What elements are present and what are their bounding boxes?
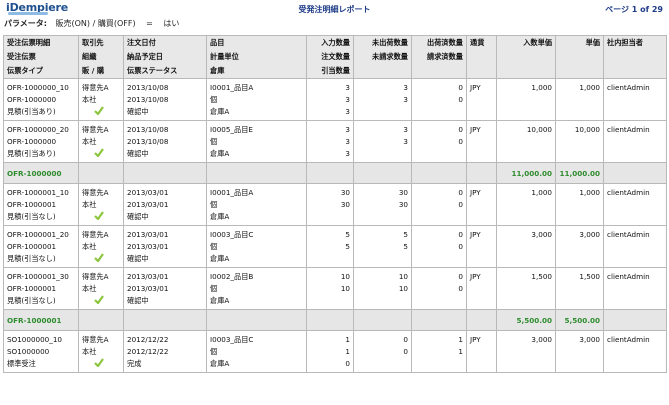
col-header-dates: 注文日付 納品予定日 伝票ステータス: [123, 35, 207, 79]
col-header-line: 受注伝票明細 受注伝票 伝票タイプ: [3, 35, 79, 79]
parameter-label: パラメータ:: [4, 19, 47, 28]
subtotal-label: OFR-1000000: [3, 162, 79, 184]
checkmark-icon: [94, 106, 104, 115]
col-header-price: 単価: [555, 35, 604, 79]
subtotal-amount: 5,500.00: [496, 309, 556, 331]
subtotal-row: OFR-1000001 5,500.00 5,500.00: [3, 309, 667, 331]
col-header-currency: 通貨: [466, 35, 497, 79]
page-indicator: ページ 1 of 29: [605, 5, 663, 14]
table-row: SO1000000_10 SO1000000 標準受注 得意先A 本社 2012/12…: [3, 330, 667, 373]
checkmark-icon: [94, 295, 104, 304]
col-header-delivered: 出荷済数量 請求済数量: [411, 35, 467, 79]
col-header-price-list: 入数単価: [496, 35, 556, 79]
table-row: OFR-1000000_10 OFR-1000000 見積(引当あり) 得意先A 本社…: [3, 78, 667, 121]
checkmark-icon: [94, 211, 104, 220]
report-title: 受発注明細レポート: [298, 5, 371, 14]
parameter-value: はい: [163, 19, 180, 28]
subtotal-row: OFR-1000000 11,000.00 11,000.00: [3, 162, 667, 184]
table-row: OFR-1000001_20 OFR-1000001 見積(引当なし) 得意先A 本社…: [3, 225, 667, 268]
checkmark-icon: [94, 358, 104, 367]
subtotal-amount: 5,500.00: [555, 309, 604, 331]
col-header-undelivered: 未出荷数量 未請求数量: [353, 35, 412, 79]
table-row: OFR-1000000_20 OFR-1000000 見積(引当あり) 得意先A 本社…: [3, 120, 667, 163]
col-header-qty: 入力数量 注文数量 引当数量: [306, 35, 354, 79]
report-header: iDempiere 受発注明細レポート ページ 1 of 29: [0, 0, 669, 18]
header-row: 受注伝票明細 受注伝票 伝票タイプ 取引先 組織販 / 購 注文日付 納品予定日 伝票ステ…: [3, 35, 667, 79]
col-header-partner: 取引先 組織販 / 購: [78, 35, 124, 79]
col-header-product: 品目 計量単位 倉庫: [206, 35, 307, 79]
table-row: OFR-1000001_30 OFR-1000001 見積(引当なし) 得意先A 本社…: [3, 267, 667, 310]
col-header-sales-rep: 社内担当者: [603, 35, 667, 79]
parameter-line: パラメータ: 販売(ON) / 購買(OFF) = はい: [4, 18, 179, 29]
subtotal-label: OFR-1000001: [3, 309, 79, 331]
checkmark-icon: [94, 148, 104, 157]
parameter-equals: =: [146, 19, 153, 28]
order-detail-table: 受注伝票明細 受注伝票 伝票タイプ 取引先 組織販 / 購 注文日付 納品予定日 伝票ステ…: [3, 35, 667, 373]
parameter-name: 販売(ON) / 購買(OFF): [55, 19, 136, 28]
table-row: OFR-1000001_10 OFR-1000001 見積(引当なし) 得意先A 本社…: [3, 183, 667, 226]
subtotal-amount: 11,000.00: [555, 162, 604, 184]
subtotal-amount: 11,000.00: [496, 162, 556, 184]
checkmark-icon: [94, 253, 104, 262]
